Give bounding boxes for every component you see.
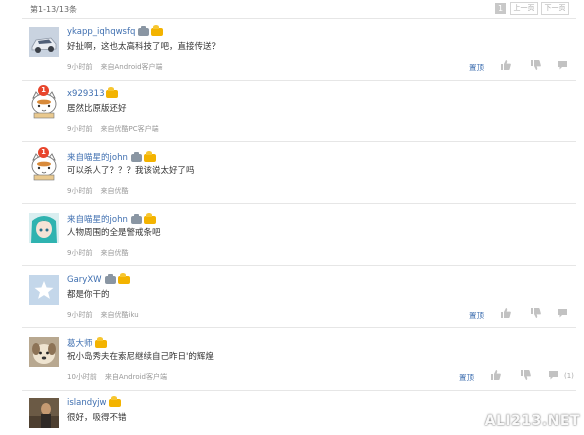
comment-source: 来自Android客户端	[100, 63, 163, 71]
thumbs-up-icon[interactable]	[490, 370, 501, 380]
comment-time: 9小时前	[67, 125, 93, 133]
reply-icon[interactable]	[557, 60, 568, 70]
comment-source: 来自优酷PC客户端	[100, 125, 159, 133]
divider	[22, 390, 576, 391]
thumbs-up-icon[interactable]	[500, 308, 511, 318]
gold-badge-icon	[106, 86, 119, 98]
comment-meta: 9小时前 来自优酷iku	[67, 310, 139, 320]
comment-meta: 9小时前 来自优酷PC客户端	[67, 124, 159, 134]
comment-time: 10小时前	[67, 373, 97, 381]
vip-badge-icon	[130, 151, 142, 162]
comment-time: 9小时前	[67, 63, 93, 71]
comment-pagination-bar: 第1-13/13条 1 上一页 下一页	[0, 0, 584, 18]
watermark-logo: ALI213.NET	[484, 413, 580, 429]
next-page-button[interactable]: 下一页	[541, 2, 569, 15]
comment-meta: 10小时前 来自Android客户端	[67, 372, 167, 382]
dog-avatar[interactable]	[29, 337, 59, 367]
comment-text: 很好，吸得不错	[67, 413, 127, 423]
gold-badge-icon	[143, 150, 156, 162]
reply-icon[interactable]	[557, 308, 568, 318]
divider	[22, 327, 576, 328]
comment-count: 第1-13/13条	[30, 5, 78, 14]
username[interactable]: islandyjw	[67, 395, 121, 408]
notification-badge: 1	[38, 147, 49, 158]
comment-text: 人物周围的全是警戒条吧	[67, 228, 161, 238]
comment-meta: 9小时前 来自优酷	[67, 186, 128, 196]
page-current[interactable]: 1	[495, 3, 506, 14]
username[interactable]: x929313	[67, 86, 119, 99]
comment-source: 来自优酷	[100, 187, 129, 195]
divider	[22, 203, 576, 204]
username[interactable]: ykapp_iqhqwsfq	[67, 24, 164, 37]
comment-source: 来自优酷	[100, 249, 129, 257]
comment-text: 祝小岛秀夫在索尼继续自己昨日'的辉煌	[67, 352, 214, 362]
comment-text: 都是你干的	[67, 290, 110, 300]
username[interactable]: 葛大师	[67, 336, 107, 349]
comment-meta: 9小时前 来自Android客户端	[67, 62, 163, 72]
divider	[22, 141, 576, 142]
comment-time: 9小时前	[67, 249, 93, 257]
thumbs-down-icon[interactable]	[530, 308, 541, 318]
thumbs-down-icon[interactable]	[530, 60, 541, 70]
photo-avatar[interactable]	[29, 398, 59, 428]
comment-text: 好扯啊，这也太高科技了吧，直接传送？	[67, 42, 221, 52]
notification-badge: 1	[38, 85, 49, 96]
comment-text: 居然比原版还好	[67, 104, 127, 114]
car-avatar[interactable]	[29, 27, 59, 57]
gold-badge-icon	[117, 272, 130, 284]
gold-badge-icon	[151, 24, 164, 36]
username[interactable]: 来自喵星的john	[67, 150, 156, 163]
gold-badge-icon	[94, 336, 107, 348]
reply-count: (1)	[564, 372, 574, 380]
vip-badge-icon	[130, 213, 142, 224]
prev-page-button[interactable]: 上一页	[510, 2, 538, 15]
thumbs-up-icon[interactable]	[500, 60, 511, 70]
gold-badge-icon	[143, 212, 156, 224]
divider	[22, 80, 576, 81]
comment-time: 9小时前	[67, 187, 93, 195]
reply-icon[interactable]	[548, 370, 559, 380]
pin-top-link[interactable]: 置顶	[469, 310, 484, 321]
pin-top-link[interactable]: 置顶	[469, 62, 484, 73]
comment-time: 9小时前	[67, 311, 93, 319]
gold-badge-icon	[108, 395, 121, 407]
username[interactable]: 来自喵星的john	[67, 212, 156, 225]
vip-badge-icon	[104, 273, 116, 284]
star-avatar[interactable]	[29, 275, 59, 305]
comment-source: 来自Android客户端	[104, 373, 167, 381]
divider	[22, 265, 576, 266]
username[interactable]: GaryXW	[67, 272, 130, 285]
anime-avatar[interactable]	[29, 213, 59, 243]
comment-meta: 9小时前 来自优酷	[67, 248, 128, 258]
comment-text: 可以杀人了？？？我该说太好了吗	[67, 166, 195, 176]
vip-badge-icon	[138, 25, 150, 36]
comment-source: 来自优酷iku	[100, 311, 139, 319]
divider	[22, 18, 576, 19]
pin-top-link[interactable]: 置顶	[459, 372, 474, 383]
thumbs-down-icon[interactable]	[520, 370, 531, 380]
